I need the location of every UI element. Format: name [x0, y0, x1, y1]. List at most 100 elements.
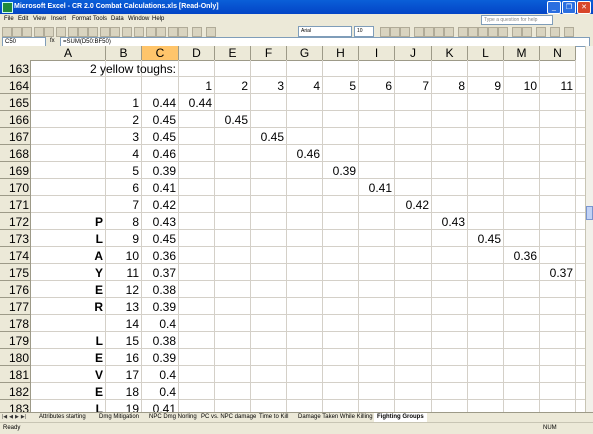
- cell-a[interactable]: L: [31, 332, 103, 349]
- sheet-tab[interactable]: Time to Kill: [256, 413, 292, 422]
- spelling-icon[interactable]: [56, 27, 66, 37]
- diagonal-value-cell[interactable]: 0.37: [540, 264, 573, 281]
- merge-center-icon[interactable]: [444, 27, 454, 37]
- row-header[interactable]: 171: [0, 196, 31, 213]
- menu-view[interactable]: View: [33, 16, 46, 22]
- sheet-tab[interactable]: Damage Taken While Killing: [295, 413, 376, 422]
- cell-b[interactable]: 18: [106, 383, 139, 400]
- font-name-select[interactable]: Arial: [298, 26, 352, 37]
- diagonal-value-cell[interactable]: 0.45: [251, 128, 284, 145]
- row-164-header-cell[interactable]: 4: [287, 77, 320, 94]
- row-header[interactable]: 175: [0, 264, 31, 281]
- drawing-icon[interactable]: [178, 27, 188, 37]
- font-color-icon[interactable]: [564, 27, 574, 37]
- row-header[interactable]: 181: [0, 366, 31, 383]
- row-header[interactable]: 174: [0, 247, 31, 264]
- copy-icon[interactable]: [78, 27, 88, 37]
- diagonal-value-cell[interactable]: 0.41: [359, 179, 392, 196]
- row-header[interactable]: 173: [0, 230, 31, 247]
- cell-b[interactable]: 10: [106, 247, 139, 264]
- cell-a[interactable]: R: [31, 298, 103, 315]
- minimize-button[interactable]: _: [547, 1, 561, 14]
- row-164-header-cell[interactable]: 3: [251, 77, 284, 94]
- diagonal-value-cell[interactable]: 0.43: [432, 213, 465, 230]
- cell-a[interactable]: P: [31, 213, 103, 230]
- cell-c[interactable]: 0.41: [142, 179, 176, 196]
- menu-window[interactable]: Window: [128, 16, 149, 22]
- cell-b[interactable]: 1: [106, 94, 139, 111]
- sort-ascending-icon[interactable]: [146, 27, 156, 37]
- last-sheet-icon[interactable]: ▶|: [21, 414, 26, 420]
- row-header[interactable]: 178: [0, 315, 31, 332]
- menu-edit[interactable]: Edit: [18, 16, 28, 22]
- cell-c[interactable]: 0.36: [142, 247, 176, 264]
- paste-icon[interactable]: [88, 27, 98, 37]
- row-header[interactable]: 177: [0, 298, 31, 315]
- row-164-header-cell[interactable]: 10: [504, 77, 537, 94]
- row-header[interactable]: 183: [0, 400, 31, 412]
- column-header-c[interactable]: C: [142, 46, 179, 61]
- cell-a[interactable]: E: [31, 349, 103, 366]
- column-header-j[interactable]: J: [395, 46, 432, 61]
- fx-icon[interactable]: fx: [50, 37, 55, 46]
- cell-c[interactable]: 0.4: [142, 366, 176, 383]
- row-header[interactable]: 170: [0, 179, 31, 196]
- column-header-k[interactable]: K: [432, 46, 468, 61]
- column-header-g[interactable]: G: [287, 46, 323, 61]
- row-header[interactable]: 182: [0, 383, 31, 400]
- first-sheet-icon[interactable]: |◀: [2, 414, 7, 420]
- menu-help[interactable]: Help: [152, 16, 164, 22]
- open-icon[interactable]: [12, 27, 22, 37]
- underline-icon[interactable]: [400, 27, 410, 37]
- row-header[interactable]: 167: [0, 128, 31, 145]
- column-header-l[interactable]: L: [468, 46, 504, 61]
- cell-c[interactable]: 0.42: [142, 196, 176, 213]
- cell-b[interactable]: 7: [106, 196, 139, 213]
- cell-c[interactable]: 0.38: [142, 332, 176, 349]
- preview-icon[interactable]: [44, 27, 54, 37]
- cell-c[interactable]: 0.41: [142, 400, 176, 412]
- diagonal-value-cell[interactable]: 0.36: [504, 247, 537, 264]
- row-164-header-cell[interactable]: 2: [215, 77, 248, 94]
- sort-descending-icon[interactable]: [156, 27, 166, 37]
- cell-c[interactable]: 0.37: [142, 264, 176, 281]
- column-header-h[interactable]: H: [323, 46, 359, 61]
- column-header-b[interactable]: B: [106, 46, 142, 61]
- increase-indent-icon[interactable]: [522, 27, 532, 37]
- menu-data[interactable]: Data: [111, 16, 124, 22]
- sheet-tab[interactable]: Dmg Mitigation: [96, 413, 143, 422]
- sheet-tab[interactable]: PC vs. NPC damage: [198, 413, 260, 422]
- cell-b[interactable]: 5: [106, 162, 139, 179]
- row-header[interactable]: 168: [0, 145, 31, 162]
- cell-a[interactable]: L: [31, 230, 103, 247]
- italic-icon[interactable]: [390, 27, 400, 37]
- help-icon[interactable]: [206, 27, 216, 37]
- zoom-icon[interactable]: [192, 27, 202, 37]
- font-size-select[interactable]: 10: [354, 26, 374, 37]
- column-header-e[interactable]: E: [215, 46, 251, 61]
- menu-file[interactable]: File: [4, 16, 14, 22]
- cell-c[interactable]: 0.45: [142, 111, 176, 128]
- cell-c[interactable]: 0.43: [142, 213, 176, 230]
- cell-a[interactable]: E: [31, 281, 103, 298]
- cell-b[interactable]: 19: [106, 400, 139, 412]
- print-icon[interactable]: [34, 27, 44, 37]
- cell-b[interactable]: 12: [106, 281, 139, 298]
- close-button[interactable]: ✕: [577, 1, 591, 14]
- cell-b[interactable]: 2: [106, 111, 139, 128]
- new-icon[interactable]: [2, 27, 12, 37]
- row-header[interactable]: 165: [0, 94, 31, 111]
- cell-c[interactable]: 0.44: [142, 94, 176, 111]
- cell-a[interactable]: V: [31, 366, 103, 383]
- diagonal-value-cell[interactable]: 0.39: [323, 162, 356, 179]
- redo-icon[interactable]: [110, 27, 120, 37]
- cell-a[interactable]: A: [31, 247, 103, 264]
- cell-b[interactable]: 14: [106, 315, 139, 332]
- save-icon[interactable]: [22, 27, 32, 37]
- column-header-n[interactable]: N: [540, 46, 576, 61]
- next-sheet-icon[interactable]: ▶: [15, 414, 19, 420]
- cell-c[interactable]: 0.45: [142, 230, 176, 247]
- menu-tools[interactable]: Tools: [93, 16, 107, 22]
- menu-format[interactable]: Format: [72, 16, 91, 22]
- hyperlink-icon[interactable]: [122, 27, 132, 37]
